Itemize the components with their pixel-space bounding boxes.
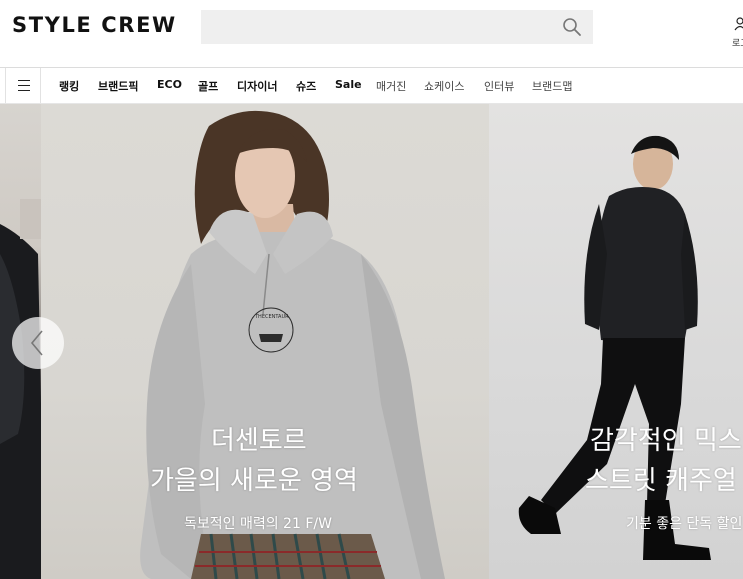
nav-item-interview[interactable]: 인터뷰	[484, 78, 514, 94]
next-slide-subtitle: 기분 좋은 단독 할인	[626, 516, 743, 532]
search-bar	[201, 10, 593, 44]
nav-item-eco[interactable]: ECO	[157, 78, 182, 91]
nav-item-sale[interactable]: Sale	[335, 78, 362, 91]
slide-subtitle: 독보적인 매력의 21 F/W	[184, 516, 332, 532]
slide-title-line1: 더센토르	[211, 426, 307, 456]
hamburger-icon[interactable]	[5, 68, 41, 103]
slide-title-line2: 가을의 새로운 영역	[150, 466, 358, 496]
site-header: STYLE CREW 로그인	[0, 0, 743, 68]
nav-item-designer[interactable]: 디자이너	[237, 78, 277, 94]
carousel-prev-button[interactable]	[12, 317, 64, 369]
nav-item-brand-map[interactable]: 브랜드맵	[532, 78, 572, 94]
carousel-slide-thecentaur[interactable]: THECENTAUR	[41, 104, 489, 579]
carousel-slide-street-casual[interactable]	[489, 104, 743, 579]
site-logo[interactable]: STYLE CREW	[12, 13, 177, 37]
chevron-left-icon	[30, 330, 43, 356]
category-nav: 랭킹 브랜드픽 ECO 골프 디자이너 슈즈 Sale 매거진 쇼케이스 인터뷰…	[0, 68, 743, 104]
sweatshirt-print: THECENTAUR	[254, 314, 289, 320]
search-input[interactable]	[211, 15, 551, 39]
model-sweatshirt-photo: THECENTAUR	[140, 110, 445, 579]
nav-item-magazine[interactable]: 매거진	[376, 78, 406, 94]
nav-item-brand-pick[interactable]: 브랜드픽	[98, 78, 138, 94]
model-leather-jacket-photo	[518, 135, 711, 560]
nav-item-golf[interactable]: 골프	[198, 78, 218, 94]
next-slide-title-line1: 감각적인 믹스	[590, 426, 742, 456]
search-icon[interactable]	[561, 16, 583, 38]
login-link[interactable]: 로그인	[732, 36, 743, 49]
hero-carousel: THECENTAUR	[0, 104, 743, 579]
nav-item-ranking[interactable]: 랭킹	[59, 78, 79, 94]
nav-item-showcase[interactable]: 쇼케이스	[424, 78, 464, 94]
next-slide-title-line2: 스트릿 캐주얼	[585, 466, 737, 496]
nav-item-shoes[interactable]: 슈즈	[296, 78, 316, 94]
user-icon[interactable]	[734, 16, 743, 31]
